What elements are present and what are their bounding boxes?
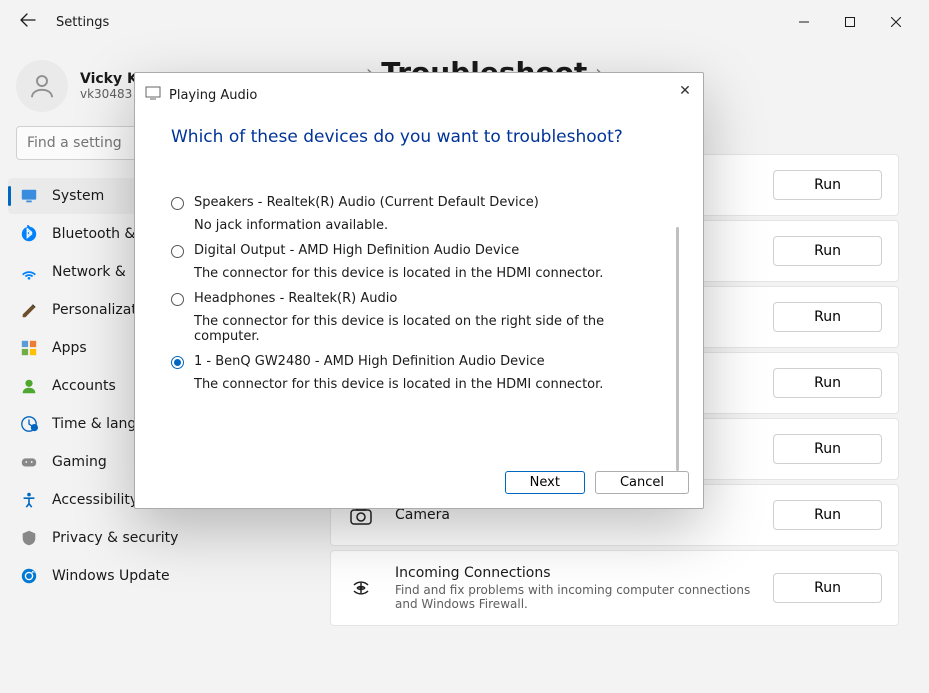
update-icon — [20, 567, 38, 585]
device-option-label: 1 - BenQ GW2480 - AMD High Definition Au… — [194, 354, 545, 369]
accessibility-icon — [20, 491, 38, 509]
run-button[interactable]: Run — [773, 302, 882, 332]
privacy-icon — [20, 529, 38, 547]
card-subtitle: Find and fix problems with incoming comp… — [395, 583, 753, 611]
next-button[interactable]: Next — [505, 471, 585, 494]
dialog-header: Playing Audio ✕ — [135, 73, 703, 117]
sidebar-item-label: Windows Update — [52, 568, 170, 584]
device-option-list: Speakers - Realtek(R) Audio (Current Def… — [171, 195, 661, 392]
run-button[interactable]: Run — [773, 500, 882, 530]
sidebar-item-label: Privacy & security — [52, 530, 178, 546]
troubleshooter-card: Incoming Connections Find and fix problem… — [330, 550, 899, 626]
gaming-icon — [20, 453, 38, 471]
run-button[interactable]: Run — [773, 573, 882, 603]
sidebar-item-label: Time & lang — [52, 416, 136, 432]
dialog-heading: Which of these devices do you want to tr… — [171, 127, 661, 147]
dialog-footer: Next Cancel — [135, 456, 703, 508]
maximize-button[interactable] — [827, 6, 873, 38]
device-option[interactable]: Speakers - Realtek(R) Audio (Current Def… — [171, 195, 645, 210]
dialog-app-title: Playing Audio — [169, 88, 257, 103]
network-icon — [20, 263, 38, 281]
device-option-label: Digital Output - AMD High Definition Aud… — [194, 243, 519, 258]
device-option[interactable]: Digital Output - AMD High Definition Aud… — [171, 243, 645, 258]
close-icon: ✕ — [679, 83, 691, 99]
user-name: Vicky K — [80, 71, 138, 87]
signal-icon — [347, 574, 375, 602]
sidebar-item-label: Accessibility — [52, 492, 138, 508]
troubleshoot-icon — [145, 85, 161, 105]
apps-icon — [20, 339, 38, 357]
device-option-desc: No jack information available. — [194, 218, 645, 233]
run-button[interactable]: Run — [773, 368, 882, 398]
device-option-desc: The connector for this device is located… — [194, 314, 645, 344]
sidebar-item-update[interactable]: Windows Update — [8, 558, 294, 594]
troubleshooter-dialog: Playing Audio ✕ Which of these devices d… — [134, 72, 704, 509]
radio-icon — [171, 245, 184, 258]
sidebar-item-label: Personalizati — [52, 302, 141, 318]
sidebar-item-privacy[interactable]: Privacy & security — [8, 520, 294, 556]
personalization-icon — [20, 301, 38, 319]
dialog-close-button[interactable]: ✕ — [675, 81, 695, 101]
run-button[interactable]: Run — [773, 434, 882, 464]
card-title: Camera — [395, 507, 753, 523]
system-icon — [20, 187, 38, 205]
cancel-button[interactable]: Cancel — [595, 471, 689, 494]
sidebar-item-label: System — [52, 188, 104, 204]
sidebar-item-label: Bluetooth & — [52, 226, 135, 242]
back-button[interactable] — [10, 4, 46, 40]
bluetooth-icon — [20, 225, 38, 243]
device-option[interactable]: 1 - BenQ GW2480 - AMD High Definition Au… — [171, 354, 645, 369]
device-option-label: Headphones - Realtek(R) Audio — [194, 291, 397, 306]
device-option-desc: The connector for this device is located… — [194, 377, 645, 392]
accounts-icon — [20, 377, 38, 395]
radio-icon — [171, 293, 184, 306]
sidebar-item-label: Gaming — [52, 454, 107, 470]
close-button[interactable] — [873, 6, 919, 38]
scrollbar[interactable] — [676, 227, 679, 471]
arrow-left-icon — [20, 12, 36, 32]
device-option-desc: The connector for this device is located… — [194, 266, 645, 281]
minimize-button[interactable] — [781, 6, 827, 38]
user-email: vk30483 — [80, 87, 138, 101]
run-button[interactable]: Run — [773, 170, 882, 200]
avatar — [16, 60, 68, 112]
sidebar-item-label: Network & — [52, 264, 126, 280]
time-icon — [20, 415, 38, 433]
sidebar-item-label: Accounts — [52, 378, 116, 394]
window-title: Settings — [56, 15, 109, 30]
title-bar: Settings — [0, 0, 929, 44]
device-option[interactable]: Headphones - Realtek(R) Audio — [171, 291, 645, 306]
radio-icon — [171, 356, 184, 369]
sidebar-item-label: Apps — [52, 340, 87, 356]
device-option-label: Speakers - Realtek(R) Audio (Current Def… — [194, 195, 539, 210]
run-button[interactable]: Run — [773, 236, 882, 266]
card-title: Incoming Connections — [395, 565, 753, 581]
radio-icon — [171, 197, 184, 210]
